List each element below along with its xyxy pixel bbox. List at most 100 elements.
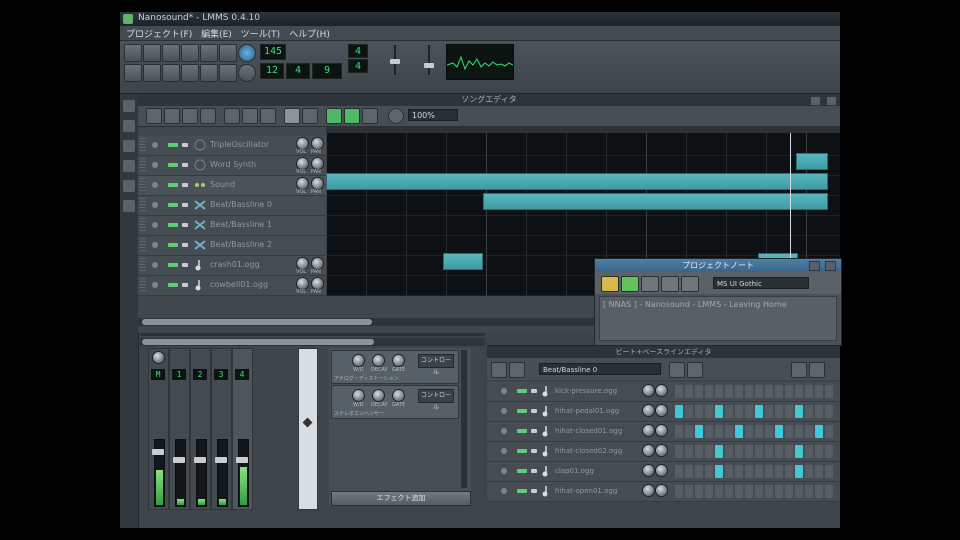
pan-knob[interactable] [655, 404, 668, 417]
step-button[interactable] [795, 405, 803, 418]
track-menu-icon[interactable] [501, 448, 507, 454]
minimize-button[interactable] [810, 96, 821, 106]
step-button[interactable] [675, 385, 683, 398]
track-menu-icon[interactable] [152, 262, 158, 268]
pan-knob[interactable] [655, 484, 668, 497]
track-menu-icon[interactable] [501, 428, 507, 434]
tempo-display[interactable]: 145 [260, 44, 286, 60]
save-project-icon[interactable] [200, 44, 218, 62]
track-name[interactable]: TripleOscillator [210, 140, 269, 149]
add-automation-track-icon[interactable] [260, 108, 276, 124]
play-icon[interactable] [491, 362, 507, 378]
pattern-block[interactable] [326, 173, 828, 190]
track-menu-icon[interactable] [501, 408, 507, 414]
mute-led[interactable] [517, 429, 527, 433]
step-button[interactable] [745, 465, 753, 478]
pattern-block[interactable] [483, 193, 828, 210]
text-bold-icon[interactable] [601, 276, 619, 292]
instrument-name[interactable]: hihat-pedal01.ogg [555, 407, 619, 415]
mute-led[interactable] [168, 243, 178, 247]
step-button[interactable] [815, 485, 823, 498]
mixer-channel[interactable]: 1 [169, 348, 190, 510]
mixer-channel[interactable]: 4 [232, 348, 253, 510]
step-button[interactable] [725, 445, 733, 458]
step-button[interactable] [715, 405, 723, 418]
new-project-icon[interactable] [124, 44, 142, 62]
step-button[interactable] [765, 445, 773, 458]
step-button[interactable] [785, 465, 793, 478]
mixer-channel[interactable]: 3 [211, 348, 232, 510]
mute-led[interactable] [168, 163, 178, 167]
step-button[interactable] [775, 405, 783, 418]
step-button[interactable] [715, 465, 723, 478]
step-button[interactable] [775, 485, 783, 498]
track-menu-icon[interactable] [501, 488, 507, 494]
solo-led[interactable] [182, 243, 188, 247]
step-button[interactable] [695, 385, 703, 398]
mute-led[interactable] [168, 203, 178, 207]
track-name[interactable]: Beat/Bassline 2 [210, 240, 272, 249]
step-button[interactable] [735, 405, 743, 418]
beat-row[interactable]: hihat-open01.ogg [487, 482, 840, 502]
track-name[interactable]: Beat/Bassline 1 [210, 220, 272, 229]
track-menu-icon[interactable] [152, 222, 158, 228]
step-button[interactable] [715, 485, 723, 498]
step-button[interactable] [805, 425, 813, 438]
step-button[interactable] [775, 465, 783, 478]
step-button[interactable] [685, 385, 693, 398]
pan-knob[interactable] [655, 384, 668, 397]
beat-selector[interactable]: Beat/Bassline 0 [539, 363, 661, 375]
step-button[interactable] [785, 485, 793, 498]
step-button[interactable] [815, 385, 823, 398]
step-button[interactable] [725, 405, 733, 418]
instrument-name[interactable]: hihat-closed01.ogg [555, 427, 622, 435]
track-menu-icon[interactable] [152, 282, 158, 288]
beat-row[interactable]: hihat-closed01.ogg [487, 422, 840, 442]
what-this-icon[interactable] [238, 44, 256, 62]
text-italic-icon[interactable] [621, 276, 639, 292]
mixer-scrollbar[interactable] [140, 338, 485, 346]
step-button[interactable] [725, 465, 733, 478]
step-button[interactable] [725, 485, 733, 498]
step-button[interactable] [705, 385, 713, 398]
step-button[interactable] [695, 485, 703, 498]
edit-mode-icon[interactable] [302, 108, 318, 124]
timeline[interactable] [326, 126, 840, 133]
piano-roll-icon[interactable] [162, 64, 180, 82]
oscilloscope[interactable] [446, 44, 514, 80]
step-button[interactable] [675, 445, 683, 458]
gate-knob[interactable] [392, 389, 405, 402]
effect-chain-toggle[interactable] [298, 348, 318, 510]
step-button[interactable] [815, 405, 823, 418]
menu-help[interactable]: ヘルプ(H) [289, 27, 330, 40]
font-select[interactable]: MS UI Gothic [713, 277, 809, 289]
beat-row[interactable]: hihat-closed02.ogg [487, 442, 840, 462]
effects-scrollbar[interactable] [461, 350, 467, 488]
step-button[interactable] [685, 445, 693, 458]
mute-led[interactable] [517, 389, 527, 393]
add-beat-icon[interactable] [669, 362, 685, 378]
timesig-denominator[interactable]: 4 [348, 59, 368, 73]
add-steps-icon[interactable] [809, 362, 825, 378]
step-button[interactable] [755, 385, 763, 398]
step-button[interactable] [695, 445, 703, 458]
automation-editor-icon[interactable] [181, 64, 199, 82]
project-notes-icon[interactable] [219, 64, 237, 82]
step-button[interactable] [685, 465, 693, 478]
step-button[interactable] [745, 405, 753, 418]
solo-led[interactable] [182, 163, 188, 167]
step-button[interactable] [705, 445, 713, 458]
mute-led[interactable] [517, 489, 527, 493]
mute-led[interactable] [517, 409, 527, 413]
mute-led[interactable] [168, 263, 178, 267]
new-from-template-icon[interactable] [143, 44, 161, 62]
gate-knob[interactable] [392, 354, 405, 367]
solo-led[interactable] [182, 143, 188, 147]
pattern-block[interactable] [443, 253, 483, 270]
add-automation-icon[interactable] [687, 362, 703, 378]
track-menu-icon[interactable] [152, 142, 158, 148]
mute-led[interactable] [517, 469, 527, 473]
decay-knob[interactable] [372, 354, 385, 367]
volume-knob[interactable] [642, 424, 655, 437]
volume-knob[interactable] [642, 384, 655, 397]
